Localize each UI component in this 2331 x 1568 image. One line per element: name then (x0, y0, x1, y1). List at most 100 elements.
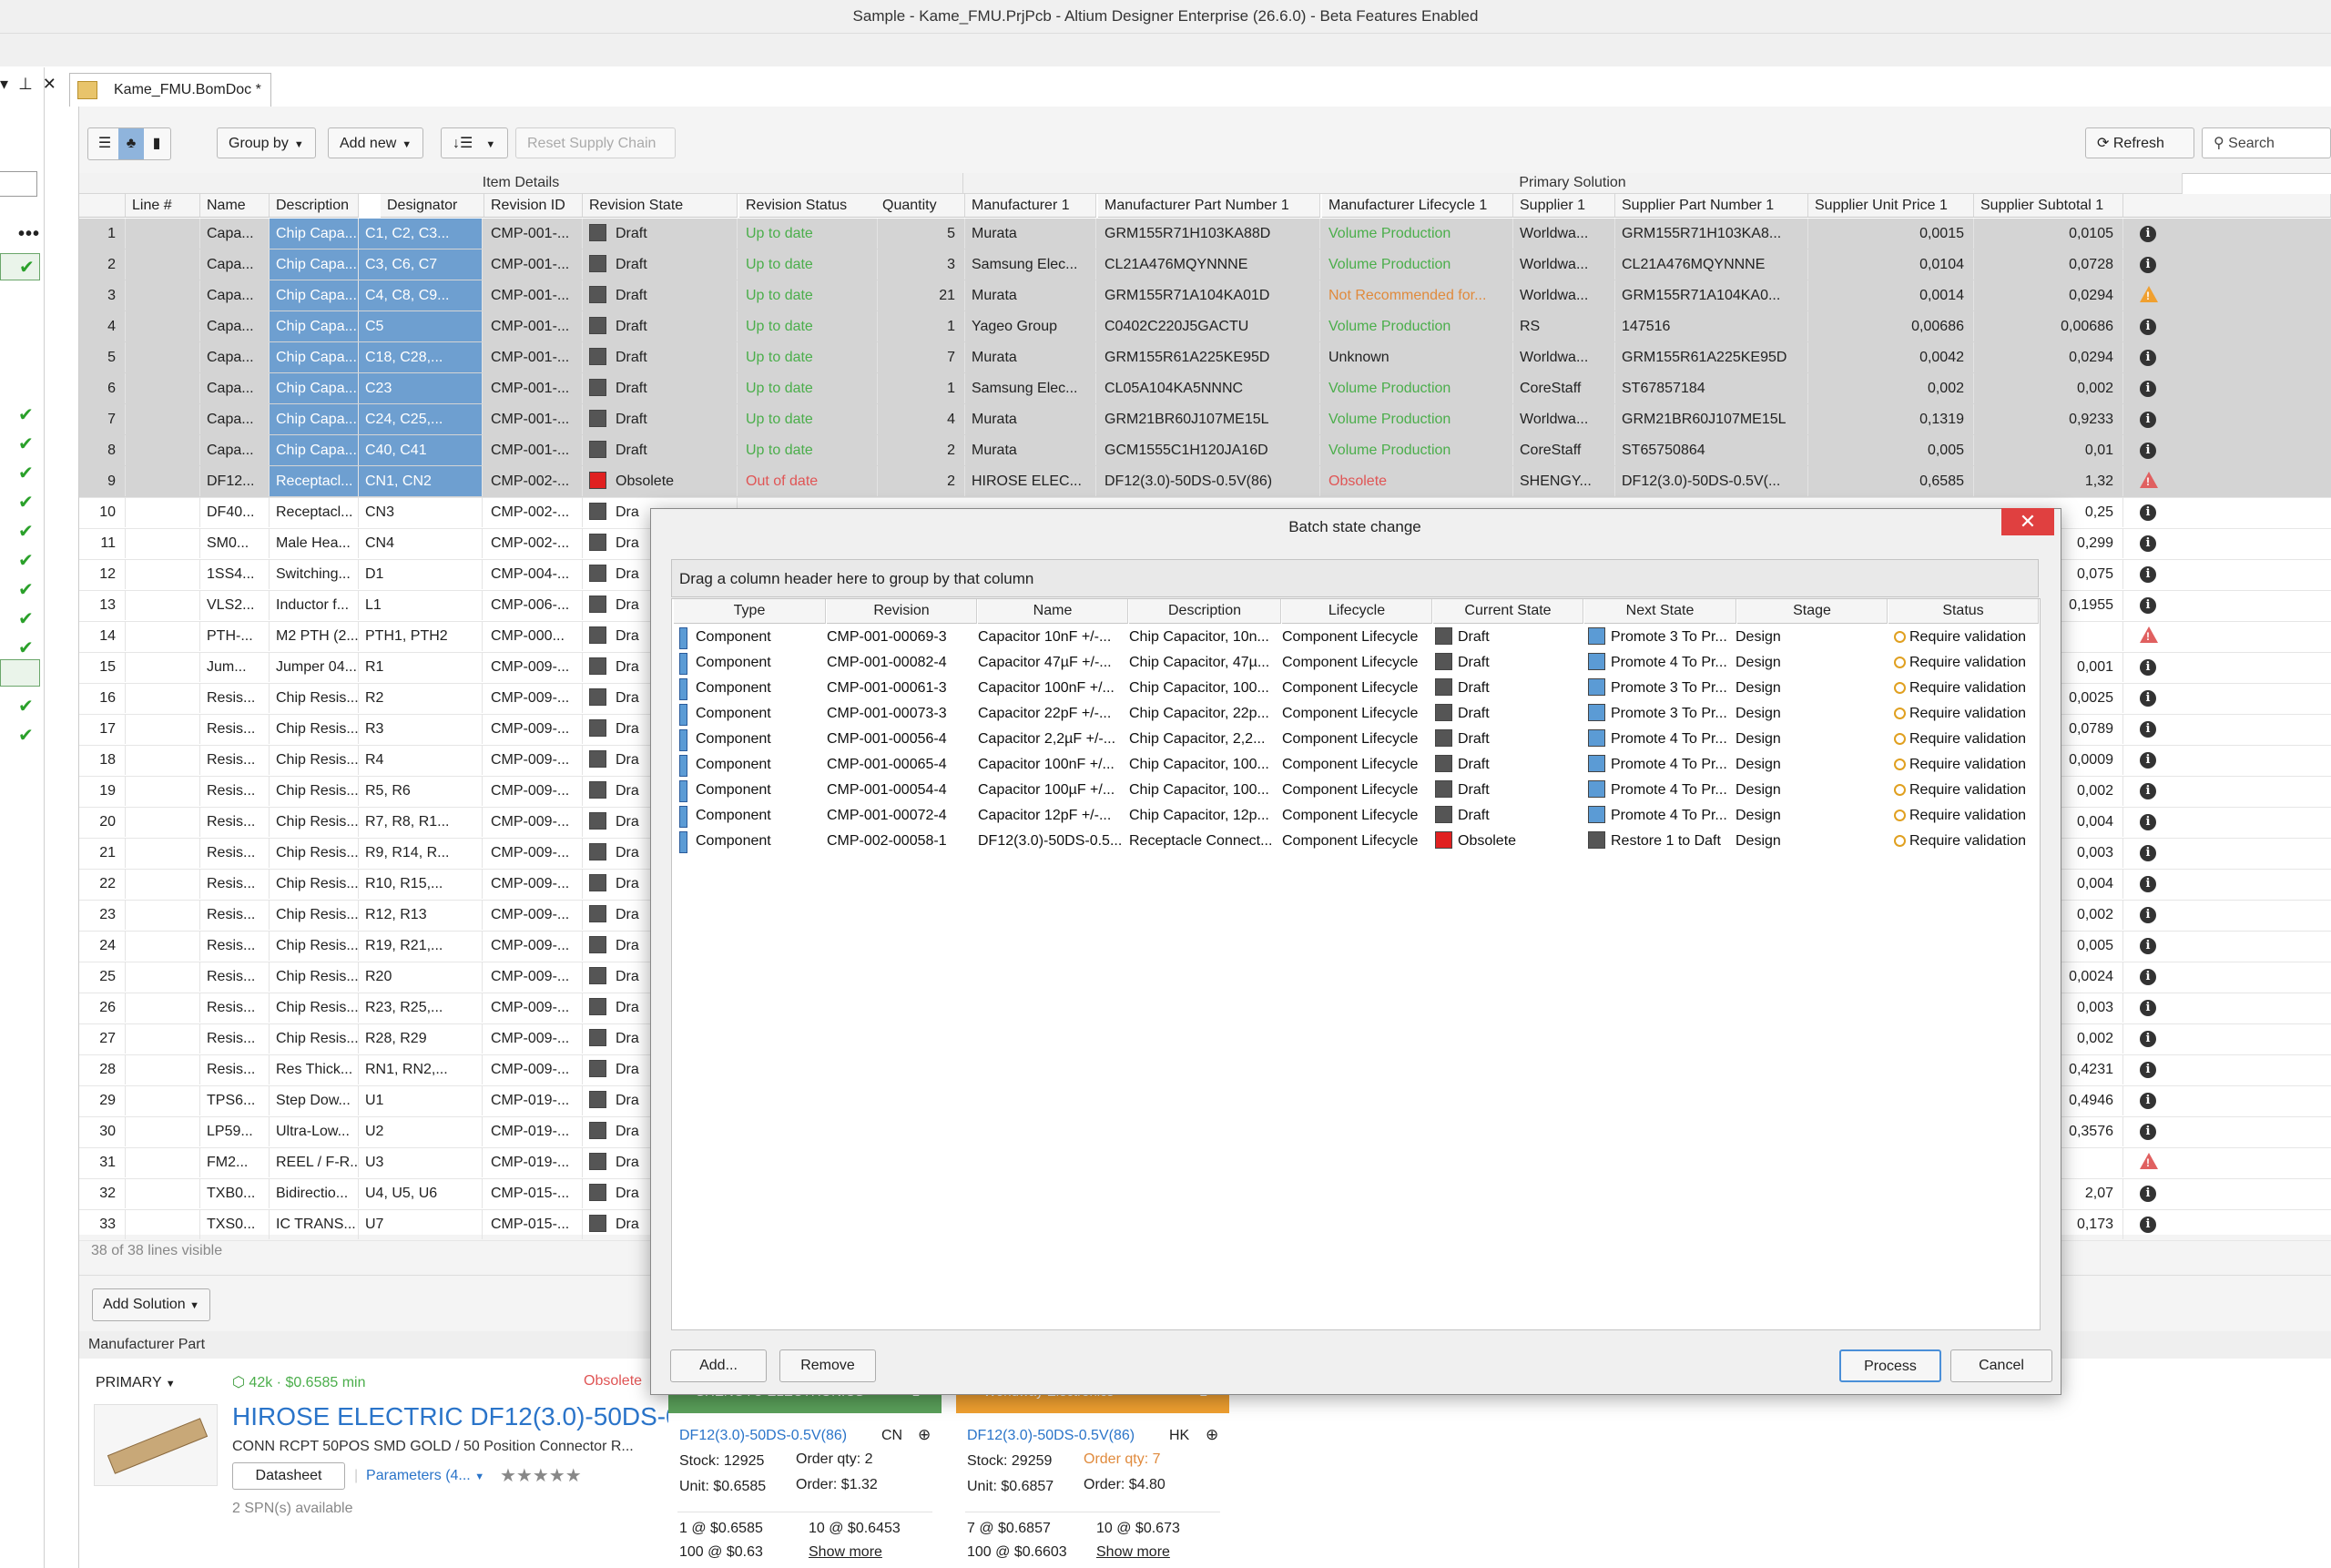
table-row[interactable]: 8 Capa... Chip Capa... C40, C41 CMP-001-... D… (79, 435, 2331, 467)
add-new-button[interactable]: Add new ▼ (328, 127, 424, 158)
warning-icon[interactable]: ! (2140, 626, 2158, 643)
group-by-drop-area[interactable]: Drag a column header here to group by th… (671, 559, 2039, 597)
more-options-icon[interactable]: ••• (18, 224, 40, 245)
info-icon[interactable]: i (2140, 535, 2156, 552)
next-state-cell[interactable]: Promote 4 To Pr... (1584, 727, 1736, 752)
table-row[interactable]: 9 DF12... Receptacl... CN1, CN2 CMP-002-... O… (79, 466, 2331, 498)
add-solution-button[interactable]: Add Solution ▼ (92, 1288, 210, 1321)
add-button[interactable]: Add... (670, 1349, 767, 1382)
dialog-column-header[interactable]: Stage (1737, 599, 1888, 624)
row-selector-icon[interactable] (679, 780, 687, 802)
column-header[interactable]: Manufacturer Lifecycle 1 (1322, 194, 1513, 218)
chart-view-icon[interactable]: ▮ (145, 128, 168, 159)
row-selector-icon[interactable] (679, 729, 687, 751)
column-header[interactable]: Supplier Subtotal 1 (1974, 194, 2123, 218)
dialog-column-header[interactable]: Next State (1584, 599, 1736, 624)
dialog-row[interactable]: Component CMP-001-00073-3 Capacitor 22pF +… (672, 701, 2038, 727)
info-icon[interactable]: i (2140, 783, 2156, 799)
info-icon[interactable]: i (2140, 1031, 2156, 1047)
dialog-row[interactable]: Component CMP-001-00072-4 Capacitor 12pF +… (672, 803, 2038, 829)
warning-icon[interactable]: ! (2140, 1153, 2158, 1169)
info-icon[interactable]: i (2140, 690, 2156, 707)
row-selector-icon[interactable] (679, 678, 687, 700)
row-selector-icon[interactable] (679, 755, 687, 777)
primary-dropdown[interactable]: PRIMARY ▼ (96, 1375, 176, 1391)
info-icon[interactable]: i (2140, 319, 2156, 335)
table-row[interactable]: 6 Capa... Chip Capa... C23 CMP-001-... Draft U… (79, 373, 2331, 405)
column-header[interactable]: Quantity (876, 194, 965, 218)
next-state-cell[interactable]: Promote 4 To Pr... (1584, 752, 1736, 778)
info-icon[interactable]: i (2140, 1186, 2156, 1202)
supplier-card[interactable]: SHENGYU ELECTRONICS1DF12(3.0)-50DS-0.5V(… (668, 1382, 942, 1568)
info-icon[interactable]: i (2140, 907, 2156, 923)
dialog-row[interactable]: Component CMP-001-00056-4 Capacitor 2,2µF … (672, 727, 2038, 752)
table-row[interactable]: 1 Capa... Chip Capa... C1, C2, C3... CMP-001… (79, 219, 2331, 250)
refresh-button[interactable]: ⟳ Refresh (2085, 127, 2194, 158)
dialog-row[interactable]: Component CMP-001-00054-4 Capacitor 100µF … (672, 778, 2038, 803)
info-icon[interactable]: i (2140, 721, 2156, 738)
column-header[interactable]: Supplier 1 (1513, 194, 1615, 218)
search-input[interactable]: ⚲ Search (2202, 127, 2331, 158)
info-icon[interactable]: i (2140, 597, 2156, 614)
row-selector-icon[interactable] (679, 704, 687, 726)
pin-icon[interactable]: ⊥ (18, 75, 33, 93)
column-header[interactable]: Designator (381, 194, 484, 218)
process-button[interactable]: Process (1839, 1349, 1941, 1382)
row-selector-icon[interactable] (679, 653, 687, 675)
next-state-cell[interactable]: Promote 3 To Pr... (1584, 676, 1736, 701)
info-icon[interactable]: i (2140, 969, 2156, 985)
column-header[interactable]: Manufacturer 1 (965, 194, 1096, 218)
supplier-part-link[interactable]: DF12(3.0)-50DS-0.5V(86) (967, 1428, 1135, 1444)
info-icon[interactable]: i (2140, 938, 2156, 954)
column-header[interactable]: Manufacturer Part Number 1 (1098, 194, 1320, 218)
table-row[interactable]: 4 Capa... Chip Capa... C5 CMP-001-... Draft Up… (79, 311, 2331, 343)
group-by-button[interactable]: Group by ▼ (217, 127, 316, 158)
info-icon[interactable]: i (2140, 1000, 2156, 1016)
next-state-cell[interactable]: Restore 1 to Daft (1584, 829, 1736, 854)
warning-icon[interactable]: ! (2140, 286, 2158, 302)
dialog-column-header[interactable]: Lifecycle (1282, 599, 1432, 624)
table-row[interactable]: 3 Capa... Chip Capa... C4, C8, C9... CMP-001… (79, 280, 2331, 312)
dialog-column-header[interactable]: Type (674, 599, 826, 624)
row-selector-icon[interactable] (679, 831, 687, 853)
info-icon[interactable]: i (2140, 350, 2156, 366)
supply-chain-view-icon[interactable]: ♣ (118, 128, 144, 159)
dialog-column-header[interactable]: Current State (1433, 599, 1583, 624)
row-selector-icon[interactable] (679, 627, 687, 649)
cancel-button[interactable]: Cancel (1950, 1349, 2052, 1382)
column-header[interactable]: Supplier Part Number 1 (1615, 194, 1808, 218)
column-header[interactable]: Line # (126, 194, 200, 218)
globe-icon[interactable]: ⊕ (918, 1426, 931, 1444)
info-icon[interactable]: i (2140, 257, 2156, 273)
warning-icon[interactable]: ! (2140, 472, 2158, 488)
panel-pin-controls[interactable]: ▾ ⊥ ✕ (0, 75, 56, 94)
dialog-column-header[interactable]: Name (978, 599, 1128, 624)
column-header[interactable]: Supplier Unit Price 1 (1808, 194, 1974, 218)
show-more-link[interactable]: Show more (809, 1544, 882, 1561)
next-state-cell[interactable]: Promote 3 To Pr... (1584, 701, 1736, 727)
datasheet-button[interactable]: Datasheet (232, 1462, 345, 1490)
dialog-row[interactable]: Component CMP-001-00069-3 Capacitor 10nF +… (672, 625, 2038, 650)
left-panel-selected[interactable]: ✔ (0, 253, 40, 280)
parameters-link[interactable]: | Parameters (4... ▼ (354, 1468, 484, 1484)
dialog-row[interactable]: Component CMP-001-00082-4 Capacitor 47µF +… (672, 650, 2038, 676)
info-icon[interactable]: i (2140, 226, 2156, 242)
info-icon[interactable]: i (2140, 566, 2156, 583)
info-icon[interactable]: i (2140, 845, 2156, 861)
dialog-column-header[interactable]: Revision (827, 599, 977, 624)
supplier-part-link[interactable]: DF12(3.0)-50DS-0.5V(86) (679, 1428, 847, 1444)
info-icon[interactable]: i (2140, 504, 2156, 521)
left-panel-input[interactable] (0, 171, 37, 197)
info-icon[interactable]: i (2140, 1217, 2156, 1233)
close-icon[interactable]: ✕ (43, 75, 56, 93)
reset-supply-chain-button[interactable]: Reset Supply Chain (515, 127, 676, 158)
info-icon[interactable]: i (2140, 1062, 2156, 1078)
supplier-card[interactable]: Wondway Electronics2DF12(3.0)-50DS-0.5V(… (956, 1382, 1229, 1568)
next-state-cell[interactable]: Promote 4 To Pr... (1584, 778, 1736, 803)
column-header[interactable]: Revision Status (739, 194, 878, 218)
dialog-row[interactable]: Component CMP-001-00061-3 Capacitor 100nF … (672, 676, 2038, 701)
list-view-icon[interactable]: ☰ (94, 128, 116, 159)
info-icon[interactable]: i (2140, 1124, 2156, 1140)
info-icon[interactable]: i (2140, 876, 2156, 892)
info-icon[interactable]: i (2140, 412, 2156, 428)
